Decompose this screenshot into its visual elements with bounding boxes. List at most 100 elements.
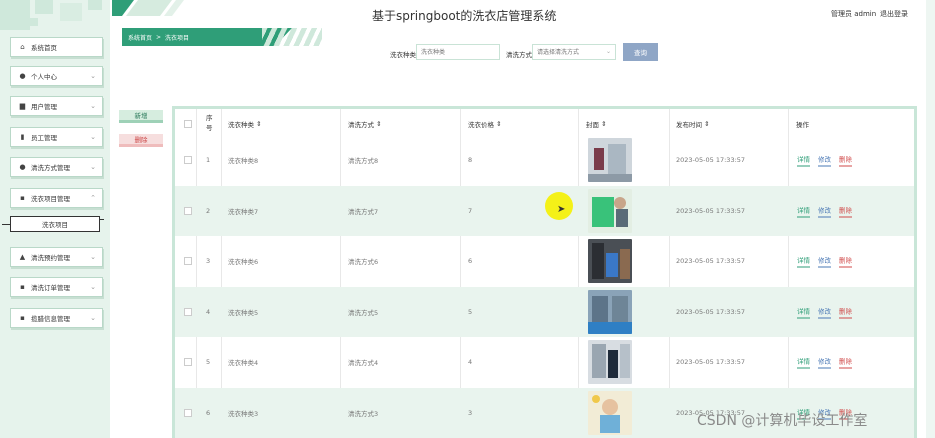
sidebar-item-wash-method[interactable]: ● 清洗方式管理 ⌄ — [10, 157, 103, 177]
sidebar-item-users[interactable]: ▆ 用户管理 ⌄ — [10, 96, 103, 116]
sidebar-item-wash-booking[interactable]: ▲ 清洗预约管理 ⌄ — [10, 247, 103, 267]
row-checkbox[interactable] — [184, 308, 192, 316]
cell-type: 洗衣种类6 — [228, 258, 259, 266]
user-icon: ● — [19, 72, 26, 80]
header-price-label: 洗衣价格 — [468, 120, 494, 129]
cell-time: 2023-05-05 17:33:57 — [676, 156, 746, 164]
sidebar-item-laundry-project[interactable]: ▪ 洗衣项目管理 ⌃ — [10, 188, 103, 208]
cell-price: 4 — [468, 358, 473, 366]
cell-index: 5 — [206, 358, 211, 366]
cover-image[interactable] — [588, 340, 632, 384]
sidebar-item-label: 揽腊信息管理 — [31, 315, 70, 323]
thumb-icon: ▲ — [19, 253, 26, 261]
search-method-label: 清洗方式 — [506, 51, 532, 59]
select-all-checkbox[interactable] — [184, 120, 192, 128]
cell-method: 清洗方式6 — [348, 258, 379, 266]
row-checkbox[interactable] — [184, 257, 192, 265]
cover-image[interactable] — [588, 239, 632, 283]
header-method[interactable]: 清洗方式 ⇕ — [348, 109, 382, 138]
sidebar-item-profile[interactable]: ● 个人中心 ⌄ — [10, 66, 103, 86]
header-type[interactable]: 洗衣种类 ⇕ — [228, 109, 262, 138]
edit-button[interactable]: 修改 — [818, 255, 831, 268]
sidebar-item-label: 清洗预约管理 — [31, 254, 70, 262]
cell-index: 6 — [206, 409, 211, 417]
header-time[interactable]: 发布时间 ⇕ — [676, 109, 710, 138]
chevron-down-icon: ⌄ — [90, 133, 96, 141]
search-method-select[interactable] — [532, 44, 616, 60]
search-button[interactable]: 查询 — [623, 43, 658, 61]
cell-price: 3 — [468, 409, 473, 417]
row-checkbox[interactable] — [184, 156, 192, 164]
cell-price: 7 — [468, 207, 473, 215]
sidebar-item-label: 系统首页 — [31, 44, 57, 52]
decor-square — [60, 3, 82, 21]
cell-method: 清洗方式3 — [348, 410, 379, 418]
sidebar-item-collect-info[interactable]: ▪ 揽腊信息管理 ⌄ — [10, 308, 103, 328]
chevron-down-icon: ⌄ — [90, 72, 96, 80]
delete-row-button[interactable]: 删除 — [839, 306, 852, 319]
sidebar-item-label: 清洗订单管理 — [31, 284, 70, 292]
delete-row-button[interactable]: 删除 — [839, 255, 852, 268]
cell-index: 1 — [206, 156, 211, 164]
row-checkbox[interactable] — [184, 358, 192, 366]
delete-row-button[interactable]: 删除 — [839, 356, 852, 369]
detail-button[interactable]: 详情 — [797, 205, 810, 218]
mouse-pointer-icon: ➤ — [557, 204, 566, 215]
cover-image[interactable] — [588, 189, 632, 233]
header-ops: 操作 — [796, 120, 809, 129]
header-decor — [112, 0, 312, 16]
sort-icon: ⇕ — [704, 119, 710, 128]
breadcrumb-home[interactable]: 系统首页 — [128, 33, 152, 42]
sidebar-subitem-label: 洗衣项目 — [42, 221, 68, 229]
breadcrumb-separator: > — [156, 33, 162, 41]
detail-button[interactable]: 详情 — [797, 154, 810, 167]
cover-image[interactable] — [588, 138, 632, 182]
detail-button[interactable]: 详情 — [797, 306, 810, 319]
delete-row-button[interactable]: 删除 — [839, 154, 852, 167]
scrollbar-track[interactable] — [926, 0, 935, 438]
add-button[interactable]: 新增 — [119, 110, 163, 123]
sidebar-item-label: 员工管理 — [31, 134, 57, 142]
delete-row-button[interactable]: 删除 — [839, 205, 852, 218]
doc-icon: ▆ — [19, 102, 26, 110]
header-price[interactable]: 洗衣价格 ⇕ — [468, 109, 502, 138]
header-cover[interactable]: 封面 ⇕ — [586, 109, 607, 138]
sidebar: ⌂ 系统首页 ● 个人中心 ⌄ ▆ 用户管理 ⌄ ▮ 员工管理 ⌄ ● 清洗方式… — [0, 0, 110, 438]
sidebar-item-label: 洗衣项目管理 — [31, 195, 70, 203]
row-checkbox[interactable] — [184, 409, 192, 417]
edit-button[interactable]: 修改 — [818, 356, 831, 369]
chevron-down-icon: ⌄ — [90, 102, 96, 110]
cell-type: 洗衣种类4 — [228, 359, 259, 367]
table-row: 4 洗衣种类5 清洗方式5 5 2023-05-05 17:33:57 详情 修… — [175, 287, 914, 337]
cell-index: 3 — [206, 257, 211, 265]
edit-button[interactable]: 修改 — [818, 306, 831, 319]
sort-icon: ⇕ — [601, 119, 607, 128]
decor-square — [30, 18, 38, 26]
cell-time: 2023-05-05 17:33:57 — [676, 358, 746, 366]
delete-button[interactable]: 删除 — [119, 134, 163, 147]
decor-square — [88, 0, 102, 10]
sidebar-subitem-laundry-project[interactable]: 洗衣项目 — [10, 216, 100, 232]
admin-label: 管理员 admin — [831, 10, 877, 18]
cell-type: 洗衣种类7 — [228, 208, 259, 216]
search-type-input[interactable] — [416, 44, 500, 60]
table-row: 5 洗衣种类4 清洗方式4 4 2023-05-05 17:33:57 详情 修… — [175, 337, 914, 387]
table-row: 1 洗衣种类8 清洗方式8 8 2023-05-05 17:33:57 详情 修… — [175, 135, 914, 185]
sidebar-item-wash-order[interactable]: ▪ 清洗订单管理 ⌄ — [10, 277, 103, 297]
sidebar-item-home[interactable]: ⌂ 系统首页 — [10, 37, 103, 57]
data-table: 序号 洗衣种类 ⇕ 清洗方式 ⇕ 洗衣价格 ⇕ 封面 ⇕ 发布时间 ⇕ 操作 1… — [172, 106, 917, 438]
cover-image[interactable] — [588, 391, 632, 435]
detail-button[interactable]: 详情 — [797, 255, 810, 268]
logout-link[interactable]: 退出登录 — [880, 9, 908, 19]
cell-type: 洗衣种类5 — [228, 309, 259, 317]
detail-button[interactable]: 详情 — [797, 356, 810, 369]
header-method-label: 清洗方式 — [348, 120, 374, 129]
edit-button[interactable]: 修改 — [818, 205, 831, 218]
cell-type: 洗衣种类8 — [228, 157, 259, 165]
table-row: 3 洗衣种类6 清洗方式6 6 2023-05-05 17:33:57 详情 修… — [175, 236, 914, 286]
edit-button[interactable]: 修改 — [818, 154, 831, 167]
cell-price: 5 — [468, 308, 473, 316]
sidebar-item-staff[interactable]: ▮ 员工管理 ⌄ — [10, 127, 103, 147]
row-checkbox[interactable] — [184, 207, 192, 215]
cover-image[interactable] — [588, 290, 632, 334]
